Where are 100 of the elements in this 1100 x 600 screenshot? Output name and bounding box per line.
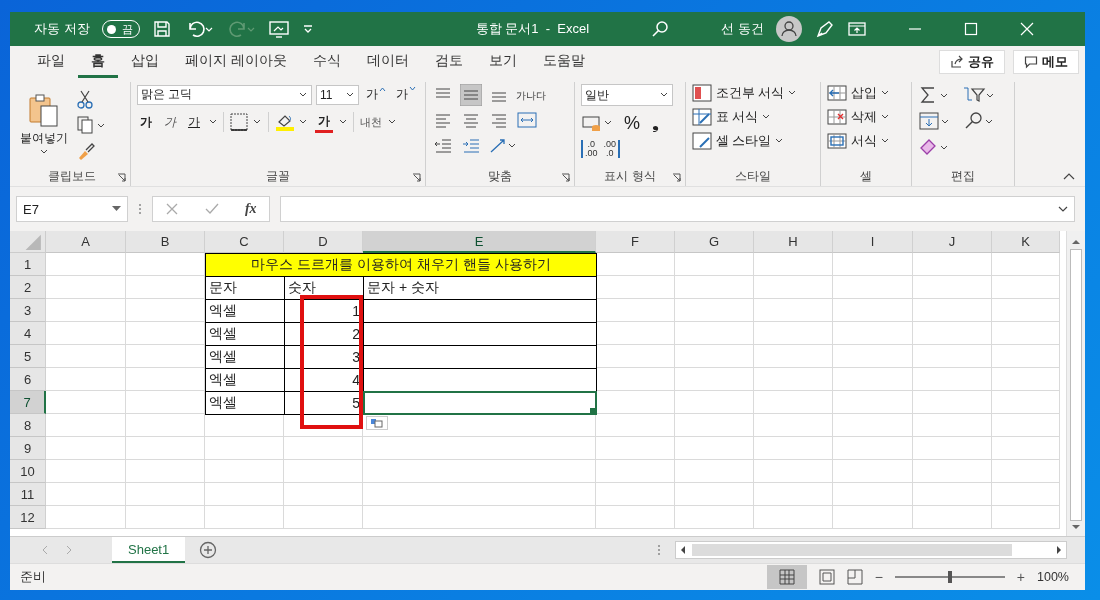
comma-button[interactable]: ❟ [649, 112, 662, 134]
menu-tab[interactable]: 수식 [299, 46, 354, 78]
row-header[interactable]: 7 [10, 391, 46, 414]
empty-cell[interactable] [913, 437, 992, 460]
empty-cell[interactable] [675, 483, 754, 506]
grow-font-button[interactable]: 가 [363, 84, 389, 105]
share-button[interactable]: 공유 [939, 50, 1005, 74]
name-box[interactable]: E7 [16, 196, 128, 222]
borders-icon[interactable] [230, 113, 262, 131]
empty-cell[interactable] [913, 276, 992, 299]
format-button[interactable]: 가 [137, 111, 155, 133]
empty-cell[interactable] [833, 414, 913, 437]
empty-cell[interactable] [833, 276, 913, 299]
paste-options-icon[interactable] [366, 416, 388, 430]
caret-icon[interactable] [339, 119, 347, 125]
table-cell[interactable] [363, 391, 597, 415]
empty-cell[interactable] [675, 437, 754, 460]
empty-cell[interactable] [284, 460, 363, 483]
font-size-field[interactable]: 11 [316, 84, 359, 105]
column-header[interactable]: I [833, 231, 913, 253]
format-button[interactable]: 가 [185, 111, 203, 133]
menu-tab[interactable]: 보기 [475, 46, 530, 78]
empty-cell[interactable] [284, 506, 363, 529]
comments-button[interactable]: 메모 [1013, 50, 1079, 74]
empty-cell[interactable] [754, 391, 833, 414]
normal-view-icon[interactable] [766, 565, 807, 589]
page-break-icon[interactable] [846, 569, 863, 585]
empty-cell[interactable] [913, 368, 992, 391]
empty-cell[interactable] [205, 414, 284, 437]
empty-cell[interactable] [913, 460, 992, 483]
empty-cell[interactable] [205, 437, 284, 460]
empty-cell[interactable] [596, 299, 675, 322]
empty-cell[interactable] [913, 299, 992, 322]
empty-cell[interactable] [126, 276, 205, 299]
ribbon-display-icon[interactable] [847, 21, 866, 37]
empty-cell[interactable] [833, 299, 913, 322]
dialog-launcher-icon[interactable] [412, 173, 421, 182]
font-color-button[interactable]: 가 [315, 111, 333, 133]
empty-cell[interactable] [596, 368, 675, 391]
cancel-icon[interactable] [165, 202, 180, 216]
zoom-in-button[interactable]: + [1016, 569, 1025, 585]
insert-function-button[interactable]: fx [244, 201, 257, 217]
empty-cell[interactable] [596, 391, 675, 414]
empty-cell[interactable] [596, 506, 675, 529]
row-header[interactable]: 1 [10, 253, 46, 276]
row-header[interactable]: 11 [10, 483, 46, 506]
column-header[interactable]: H [754, 231, 833, 253]
empty-cell[interactable] [833, 506, 913, 529]
empty-cell[interactable] [992, 299, 1060, 322]
empty-cell[interactable] [754, 276, 833, 299]
select-all-icon[interactable] [10, 231, 46, 253]
empty-cell[interactable] [833, 483, 913, 506]
horizontal-scrollbar[interactable] [675, 541, 1067, 559]
empty-cell[interactable] [126, 391, 205, 414]
empty-cell[interactable] [754, 437, 833, 460]
empty-cell[interactable] [754, 368, 833, 391]
empty-cell[interactable] [992, 322, 1060, 345]
format-painter-icon[interactable] [76, 141, 96, 161]
empty-cell[interactable] [126, 437, 205, 460]
dialog-launcher-icon[interactable] [672, 173, 681, 182]
empty-cell[interactable] [596, 483, 675, 506]
avatar-icon[interactable] [775, 16, 802, 42]
empty-cell[interactable] [992, 345, 1060, 368]
column-header[interactable]: A [46, 231, 126, 253]
wrap-text-button[interactable]: 가나다 [516, 84, 556, 106]
menu-tab[interactable]: 파일 [24, 46, 78, 78]
maximize-icon[interactable] [963, 22, 978, 36]
empty-cell[interactable] [913, 253, 992, 276]
dialog-launcher-icon[interactable] [561, 173, 570, 182]
empty-cell[interactable] [596, 460, 675, 483]
empty-cell[interactable] [992, 276, 1060, 299]
empty-cell[interactable] [363, 437, 596, 460]
search-icon[interactable] [651, 20, 670, 38]
empty-cell[interactable] [126, 368, 205, 391]
menu-tab[interactable]: 검토 [421, 46, 476, 78]
empty-cell[interactable] [284, 437, 363, 460]
empty-cell[interactable] [126, 506, 205, 529]
merge-center-icon[interactable] [516, 109, 538, 131]
save-icon[interactable] [151, 19, 172, 39]
sheet-tab[interactable]: Sheet1 [112, 537, 186, 563]
column-header[interactable]: D [284, 231, 363, 253]
empty-cell[interactable] [833, 391, 913, 414]
empty-cell[interactable] [833, 322, 913, 345]
row-header[interactable]: 8 [10, 414, 46, 437]
row-header[interactable]: 9 [10, 437, 46, 460]
empty-cell[interactable] [992, 460, 1060, 483]
style-button[interactable]: 표 서식 [692, 108, 814, 126]
empty-cell[interactable] [126, 460, 205, 483]
empty-cell[interactable] [913, 391, 992, 414]
empty-cell[interactable] [833, 253, 913, 276]
phonetic-button[interactable]: 내천 [360, 112, 382, 132]
format-button[interactable]: 가 [161, 111, 179, 133]
scroll-thumb[interactable] [692, 544, 1012, 556]
empty-cell[interactable] [754, 483, 833, 506]
column-header[interactable]: K [992, 231, 1060, 253]
row-header[interactable]: 12 [10, 506, 46, 529]
previous-sheet-icon[interactable] [40, 545, 50, 555]
fill-handle[interactable] [590, 408, 595, 413]
menu-tab[interactable]: 삽입 [118, 46, 172, 78]
empty-cell[interactable] [126, 414, 205, 437]
